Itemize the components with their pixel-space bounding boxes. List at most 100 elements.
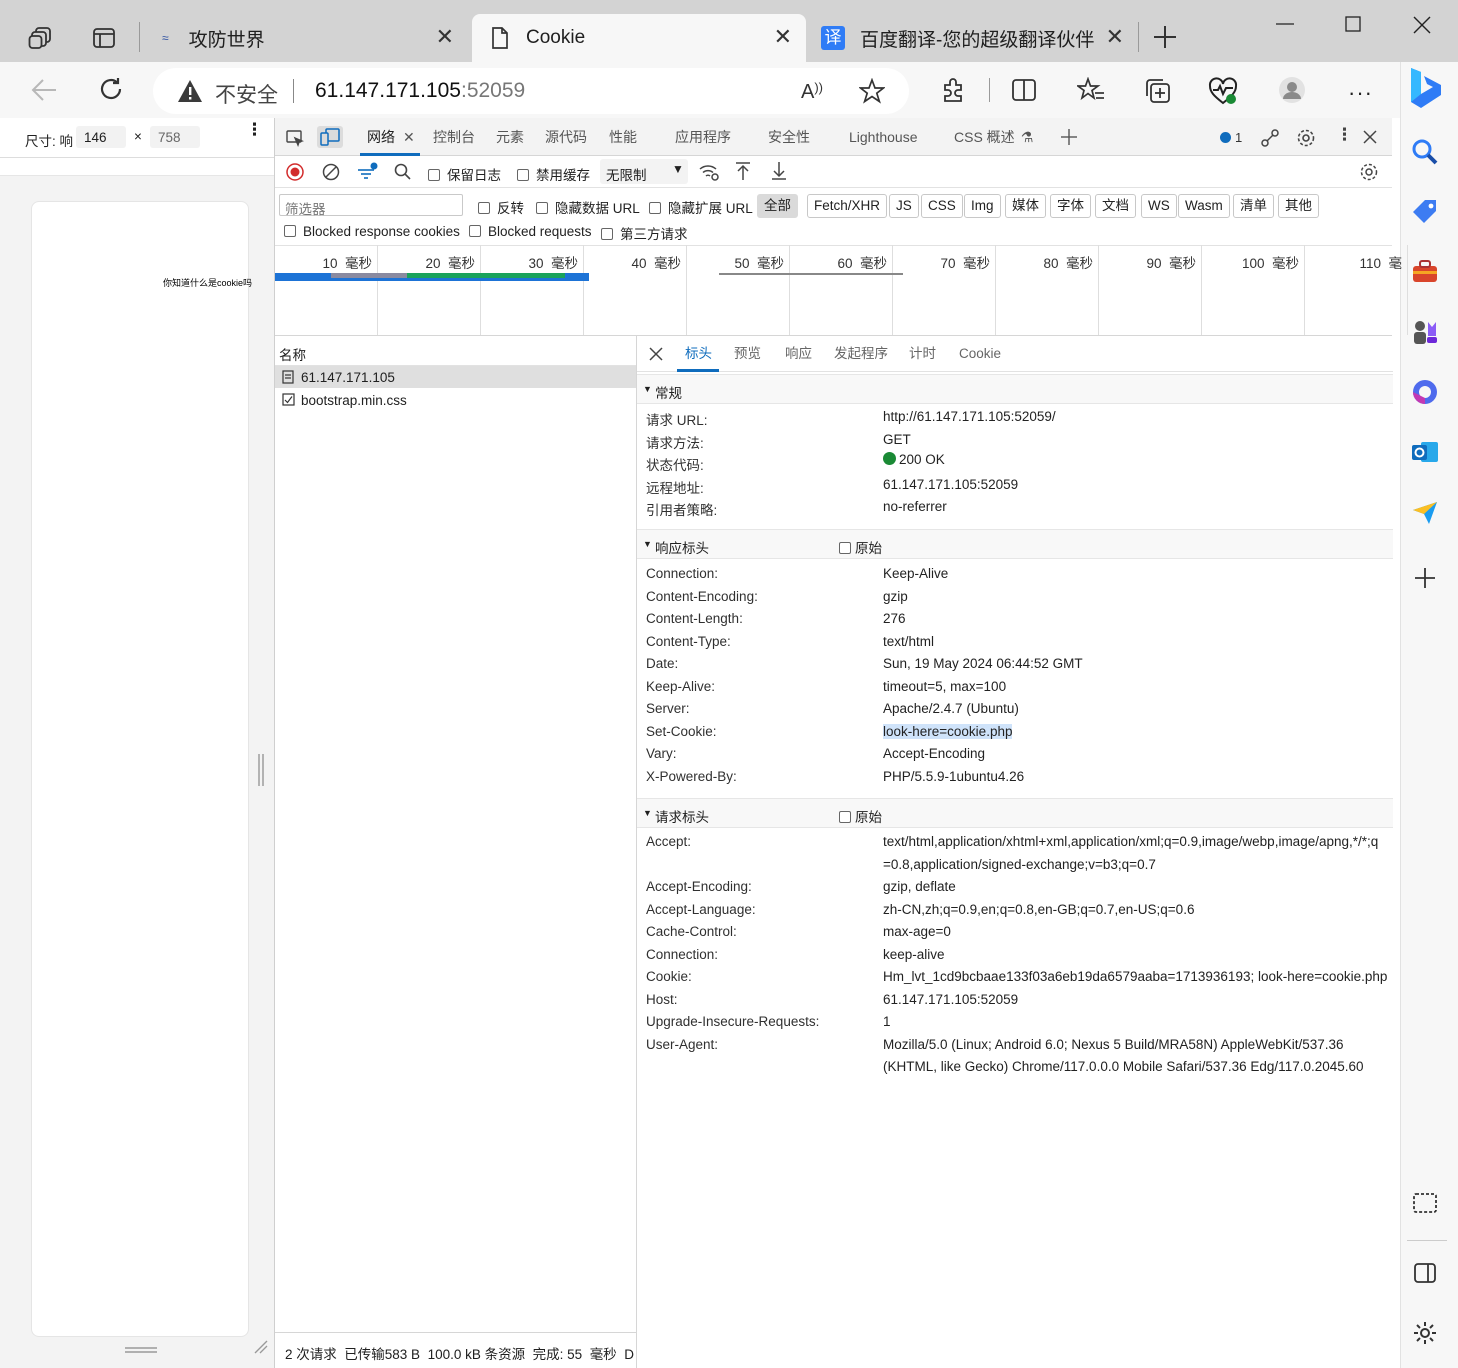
resize-handle-icon[interactable] xyxy=(125,1346,157,1354)
blocked-response-cookies-checkbox[interactable]: Blocked response cookies xyxy=(284,224,460,239)
blocked-requests-checkbox[interactable]: Blocked requests xyxy=(469,224,592,239)
vertical-tabs-icon[interactable] xyxy=(92,26,116,50)
third-party-requests-checkbox[interactable]: 第三方请求 xyxy=(601,223,688,243)
outlook-icon[interactable] xyxy=(1411,438,1439,466)
address-bar[interactable]: 不安全 61.147.171.105:52059 A)) xyxy=(153,68,909,114)
refresh-icon[interactable] xyxy=(97,75,125,103)
browser-essentials-icon[interactable] xyxy=(1208,77,1238,105)
extensions-icon[interactable] xyxy=(940,77,966,103)
tab-performance[interactable]: 性能 xyxy=(609,118,637,156)
filter-type-css[interactable]: CSS xyxy=(921,194,963,218)
tab-application[interactable]: 应用程序 xyxy=(675,118,731,156)
disable-cache-checkbox[interactable]: 禁用缓存 xyxy=(517,164,590,184)
response-headers-section-header[interactable]: ▼ 响应标头 原始 xyxy=(637,529,1393,559)
tab-network[interactable]: 网络 ✕ xyxy=(367,118,415,156)
filter-type-other[interactable]: 其他 xyxy=(1278,194,1319,218)
security-status[interactable]: 不安全 xyxy=(215,79,278,109)
name-column-header[interactable]: 名称 xyxy=(279,344,306,364)
filter-type-img[interactable]: Img xyxy=(964,194,1001,218)
close-detail-icon[interactable] xyxy=(649,347,663,361)
minimize-icon[interactable] xyxy=(1276,22,1294,28)
devtools-more-icon[interactable]: ⋮ xyxy=(1336,125,1353,145)
tab-gfsj[interactable]: ≈ 攻防世界 ✕ xyxy=(150,14,468,62)
tab-security[interactable]: 安全性 xyxy=(768,118,810,156)
tab-initiator[interactable]: 发起程序 xyxy=(834,336,888,372)
maximize-icon[interactable] xyxy=(1345,16,1362,33)
shopping-tag-icon[interactable] xyxy=(1411,198,1439,226)
filter-type-js[interactable]: JS xyxy=(889,194,919,218)
preserve-log-checkbox[interactable]: 保留日志 xyxy=(428,164,501,184)
hide-data-url-checkbox[interactable]: 隐藏数据 URL xyxy=(536,197,640,217)
favorite-star-icon[interactable] xyxy=(859,78,885,104)
network-conditions-icon[interactable] xyxy=(698,162,720,182)
issues-count-icon[interactable] xyxy=(1219,131,1232,144)
device-height-input[interactable]: 758 xyxy=(150,126,200,148)
tab-headers[interactable]: 标头 xyxy=(685,336,712,372)
screenshot-icon[interactable] xyxy=(1411,1190,1439,1218)
tab-preview[interactable]: 预览 xyxy=(734,336,761,372)
pane-splitter-handle[interactable] xyxy=(258,754,264,786)
sidebar-toggle-icon[interactable] xyxy=(1413,1262,1437,1284)
clear-icon[interactable] xyxy=(322,163,340,181)
add-icon[interactable] xyxy=(1413,566,1437,590)
back-icon[interactable] xyxy=(30,77,58,103)
tools-icon[interactable] xyxy=(1411,258,1439,286)
tab-cookie[interactable]: Cookie ✕ xyxy=(472,14,806,62)
filter-type-manifest[interactable]: 清单 xyxy=(1233,194,1274,218)
network-settings-icon[interactable] xyxy=(1359,162,1379,182)
settings-gear-icon[interactable] xyxy=(1412,1320,1438,1346)
raw-checkbox[interactable]: 原始 xyxy=(839,806,882,826)
tab-sources[interactable]: 源代码 xyxy=(545,118,587,156)
workspaces-icon[interactable] xyxy=(28,25,54,51)
filter-input[interactable]: 筛选器 xyxy=(279,194,463,217)
filter-type-font[interactable]: 字体 xyxy=(1050,194,1091,218)
general-section-header[interactable]: ▼ 常规 xyxy=(637,374,1393,404)
tab-lighthouse[interactable]: Lighthouse xyxy=(849,118,918,156)
filter-type-fetch-xhr[interactable]: Fetch/XHR xyxy=(807,194,888,218)
profile-avatar-icon[interactable] xyxy=(1279,77,1305,103)
hide-extension-url-checkbox[interactable]: 隐藏扩展 URL xyxy=(649,197,753,217)
more-icon[interactable]: ··· xyxy=(1348,80,1373,106)
tab-console[interactable]: 控制台 xyxy=(433,118,475,156)
url-text[interactable]: 61.147.171.105:52059 xyxy=(315,79,525,103)
import-har-icon[interactable] xyxy=(735,161,751,181)
search-icon[interactable] xyxy=(1411,138,1439,166)
search-icon[interactable] xyxy=(394,163,412,181)
collections-icon[interactable] xyxy=(1144,77,1172,105)
raw-checkbox[interactable]: 原始 xyxy=(839,537,882,557)
filter-type-ws[interactable]: WS xyxy=(1141,194,1177,218)
games-icon[interactable] xyxy=(1411,318,1439,346)
close-window-icon[interactable] xyxy=(1412,15,1432,35)
tab-response[interactable]: 响应 xyxy=(785,336,812,372)
close-icon[interactable]: ✕ xyxy=(436,26,454,48)
export-har-icon[interactable] xyxy=(771,161,787,181)
close-icon[interactable]: ✕ xyxy=(1106,26,1124,48)
filter-type-doc[interactable]: 文档 xyxy=(1095,194,1136,218)
read-aloud-icon[interactable]: A)) xyxy=(801,80,823,104)
close-devtools-icon[interactable] xyxy=(1362,129,1378,145)
inspect-element-icon[interactable] xyxy=(286,129,304,147)
filter-type-wasm[interactable]: Wasm xyxy=(1178,194,1230,218)
corner-resize-icon[interactable] xyxy=(254,1340,268,1354)
tab-elements[interactable]: 元素 xyxy=(496,118,524,156)
copilot-icon[interactable] xyxy=(1401,64,1453,116)
tab-baidu-translate[interactable]: 译 百度翻译-您的超级翻译伙伴 ✕ xyxy=(808,14,1138,62)
device-dimensions-label[interactable]: 尺寸: 响 xyxy=(25,130,73,150)
microsoft365-icon[interactable] xyxy=(1411,378,1439,406)
more-tools-plus-icon[interactable] xyxy=(1061,129,1077,145)
request-headers-section-header[interactable]: ▼ 请求标头 原始 xyxy=(637,798,1393,828)
tab-css-overview[interactable]: CSS 概述 ⚗ xyxy=(954,118,1033,156)
filter-type-all[interactable]: 全部 xyxy=(757,194,798,218)
device-width-input[interactable]: 146 xyxy=(76,126,126,148)
table-row[interactable]: bootstrap.min.css xyxy=(275,388,636,412)
favorites-icon[interactable] xyxy=(1077,77,1105,103)
filter-icon[interactable] xyxy=(357,162,379,182)
filter-type-media[interactable]: 媒体 xyxy=(1005,194,1046,218)
send-icon[interactable] xyxy=(1411,498,1439,526)
record-stop-icon[interactable] xyxy=(286,163,304,181)
close-icon[interactable]: ✕ xyxy=(774,26,792,48)
devtools-settings-icon[interactable] xyxy=(1296,128,1316,148)
device-toolbar-toggle-icon[interactable] xyxy=(317,126,343,148)
more-vertical-icon[interactable]: ⋮ xyxy=(246,121,263,138)
invert-checkbox[interactable]: 反转 xyxy=(478,197,524,217)
